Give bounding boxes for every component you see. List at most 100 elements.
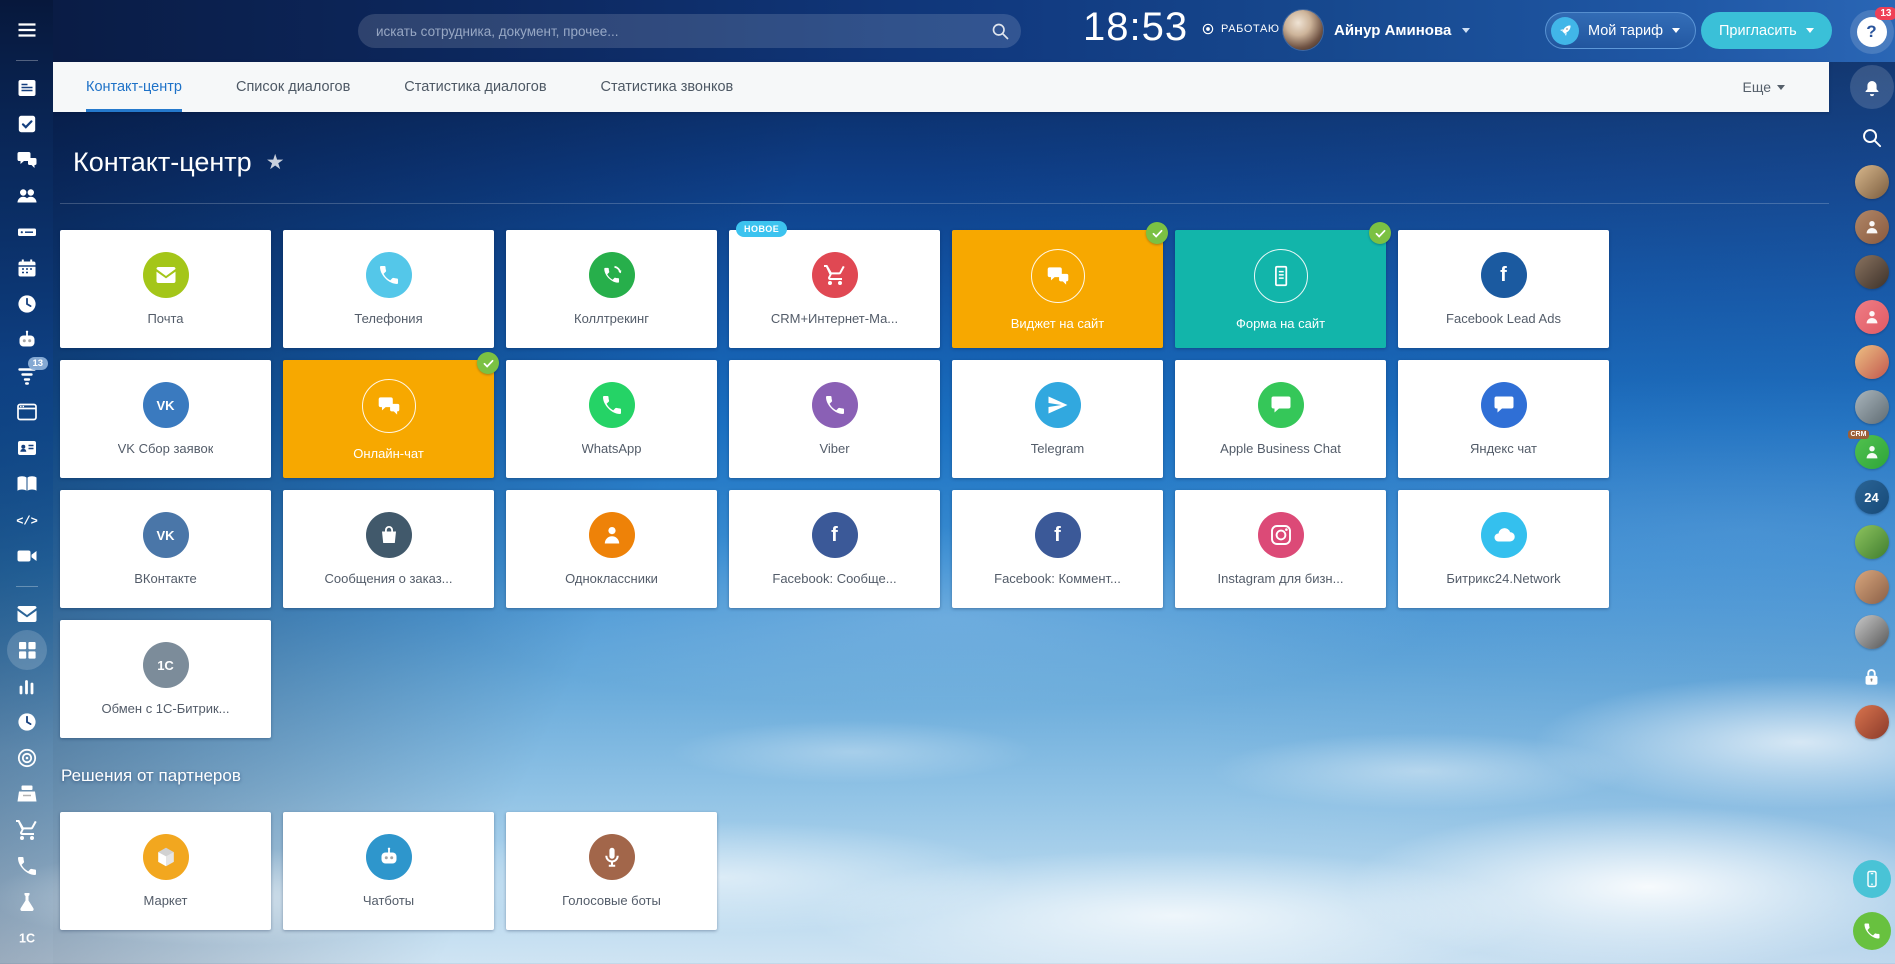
- tile-facebook-comments[interactable]: fFacebook: Коммент...: [952, 490, 1163, 608]
- sidebar-item-online-store[interactable]: [15, 818, 39, 842]
- tile-site-form[interactable]: Форма на сайт: [1175, 230, 1386, 348]
- sidebar-item-menu[interactable]: [15, 18, 39, 42]
- tile-telegram[interactable]: Telegram: [952, 360, 1163, 478]
- tariff-button[interactable]: Мой тариф: [1545, 12, 1696, 49]
- sidebar-item-webmail[interactable]: [15, 602, 39, 626]
- work-status[interactable]: РАБОТАЮ: [1201, 22, 1280, 36]
- phone-icon: [366, 252, 412, 298]
- bubbles-icon: [362, 379, 416, 433]
- user-name: Айнур Аминова: [1334, 22, 1451, 39]
- chevron-down-icon: [1806, 28, 1814, 33]
- tile-yandex-chat[interactable]: Яндекс чат: [1398, 360, 1609, 478]
- tab-1[interactable]: Контакт-центр: [86, 62, 182, 112]
- partners-grid: МаркетЧатботыГолосовые боты: [60, 812, 717, 930]
- sidebar-item-messenger[interactable]: [15, 148, 39, 172]
- sidebar-item-telephony[interactable]: [15, 854, 39, 878]
- rocket-icon: [1551, 17, 1579, 45]
- mobile-app-button[interactable]: [1853, 860, 1891, 898]
- tile-mail[interactable]: Почта: [60, 230, 271, 348]
- new-badge: НОВОЕ: [736, 221, 787, 237]
- crm-open-line-avatar[interactable]: CRM: [1855, 435, 1889, 469]
- search-input[interactable]: [358, 14, 1021, 48]
- tile-label: ВКонтакте: [134, 571, 197, 586]
- sidebar-item-sales-center[interactable]: [15, 782, 39, 806]
- invite-button[interactable]: Пригласить: [1701, 12, 1832, 49]
- tile-label: Facebook Lead Ads: [1446, 311, 1561, 326]
- make-call-button[interactable]: [1853, 912, 1891, 950]
- user-menu[interactable]: Айнур Аминова: [1283, 10, 1470, 50]
- sidebar-item-video-calls[interactable]: [15, 544, 39, 568]
- tile-instagram-business[interactable]: Instagram для бизн...: [1175, 490, 1386, 608]
- chat-user-avatar[interactable]: [1855, 570, 1889, 604]
- tile-facebook-messages[interactable]: fFacebook: Сообще...: [729, 490, 940, 608]
- sidebar-item-crm-marketing[interactable]: [15, 746, 39, 770]
- sidebar-item-tasks[interactable]: [15, 112, 39, 136]
- sidebar-item-analytics[interactable]: [15, 674, 39, 698]
- tile-voice-bots[interactable]: Голосовые боты: [506, 812, 717, 930]
- tile-whatsapp[interactable]: WhatsApp: [506, 360, 717, 478]
- tile-vk-forms[interactable]: VKVK Сбор заявок: [60, 360, 271, 478]
- tile-label: Онлайн-чат: [353, 446, 424, 461]
- tile-crm-internet-shop[interactable]: НОВОЕCRM+Интернет-Ма...: [729, 230, 940, 348]
- tile-chatbots[interactable]: Чатботы: [283, 812, 494, 930]
- secret-chat-button[interactable]: [1855, 660, 1889, 694]
- tile-telephony[interactable]: Телефония: [283, 230, 494, 348]
- chat-group-avatar[interactable]: [1855, 165, 1889, 199]
- tile-market[interactable]: Маркет: [60, 812, 271, 930]
- help-button[interactable]: ?13: [1850, 10, 1894, 54]
- tile-order-messages[interactable]: Сообщения о заказ...: [283, 490, 494, 608]
- right-sidebar: ?13 CRM 24: [1848, 0, 1895, 964]
- chat-user-avatar[interactable]: [1855, 300, 1889, 334]
- chat-user-avatar[interactable]: [1855, 615, 1889, 649]
- crm-badge: CRM: [1848, 430, 1870, 439]
- chat-group-avatar[interactable]: [1855, 390, 1889, 424]
- bitrix24-chat-avatar[interactable]: 24: [1855, 480, 1889, 514]
- tile-bitrix24-network[interactable]: Битрикс24.Network: [1398, 490, 1609, 608]
- tile-label: Telegram: [1031, 441, 1084, 456]
- work-status-label: РАБОТАЮ: [1221, 23, 1280, 35]
- sidebar-item-crm[interactable]: 13: [15, 364, 39, 388]
- tile-apple-business-chat[interactable]: Apple Business Chat: [1175, 360, 1386, 478]
- glyph-label: 1С: [157, 658, 174, 673]
- notifications-button[interactable]: [1850, 65, 1894, 109]
- sidebar-item-sites[interactable]: [15, 400, 39, 424]
- sidebar-item-drive[interactable]: [15, 220, 39, 244]
- tile-label: Facebook: Коммент...: [994, 571, 1121, 586]
- chat-user-avatar[interactable]: [1855, 705, 1889, 739]
- glyph-label: VK: [156, 398, 174, 413]
- sidebar-item-live-feed[interactable]: [15, 76, 39, 100]
- sidebar-item-workgroups[interactable]: [15, 184, 39, 208]
- sidebar-item-calendar[interactable]: [15, 256, 39, 280]
- sidebar-item-1c[interactable]: [15, 926, 39, 950]
- tab-2[interactable]: Список диалогов: [236, 62, 350, 112]
- tile-calltracking[interactable]: Коллтрекинг: [506, 230, 717, 348]
- tile-1c-exchange[interactable]: 1СОбмен с 1С-Битрик...: [60, 620, 271, 738]
- sidebar-item-company[interactable]: [15, 436, 39, 460]
- sidebar-item-contact-center[interactable]: [15, 638, 39, 662]
- sidebar-item-knowledge-base[interactable]: [15, 472, 39, 496]
- tab-4[interactable]: Статистика звонков: [601, 62, 734, 112]
- favorite-star-icon[interactable]: ★: [266, 150, 285, 175]
- bubble-icon: [1481, 382, 1527, 428]
- tile-label: Коллтрекинг: [574, 311, 649, 326]
- more-tab[interactable]: Еще: [1743, 62, 1786, 112]
- chat-user-avatar[interactable]: [1855, 255, 1889, 289]
- tile-site-widget[interactable]: Виджет на сайт: [952, 230, 1163, 348]
- search-button[interactable]: [1855, 120, 1889, 154]
- tile-facebook-lead-ads[interactable]: fFacebook Lead Ads: [1398, 230, 1609, 348]
- chat-user-avatar[interactable]: [1855, 525, 1889, 559]
- chat-user-avatar[interactable]: [1855, 345, 1889, 379]
- sidebar-item-developer[interactable]: [15, 508, 39, 532]
- tile-viber[interactable]: Viber: [729, 360, 940, 478]
- tab-3[interactable]: Статистика диалогов: [404, 62, 546, 112]
- sidebar-item-time[interactable]: [15, 292, 39, 316]
- sidebar-item-marketing[interactable]: [15, 890, 39, 914]
- tile-vkontakte[interactable]: VKВКонтакте: [60, 490, 271, 608]
- tile-online-chat[interactable]: Онлайн-чат: [283, 360, 494, 478]
- tile-label: Apple Business Chat: [1220, 441, 1341, 456]
- chat-user-avatar[interactable]: [1855, 210, 1889, 244]
- sidebar-item-work-time[interactable]: [15, 710, 39, 734]
- sidebar-item-ai-assistant[interactable]: [15, 328, 39, 352]
- onec-icon: 1С: [143, 642, 189, 688]
- tile-odnoklassniki[interactable]: Одноклассники: [506, 490, 717, 608]
